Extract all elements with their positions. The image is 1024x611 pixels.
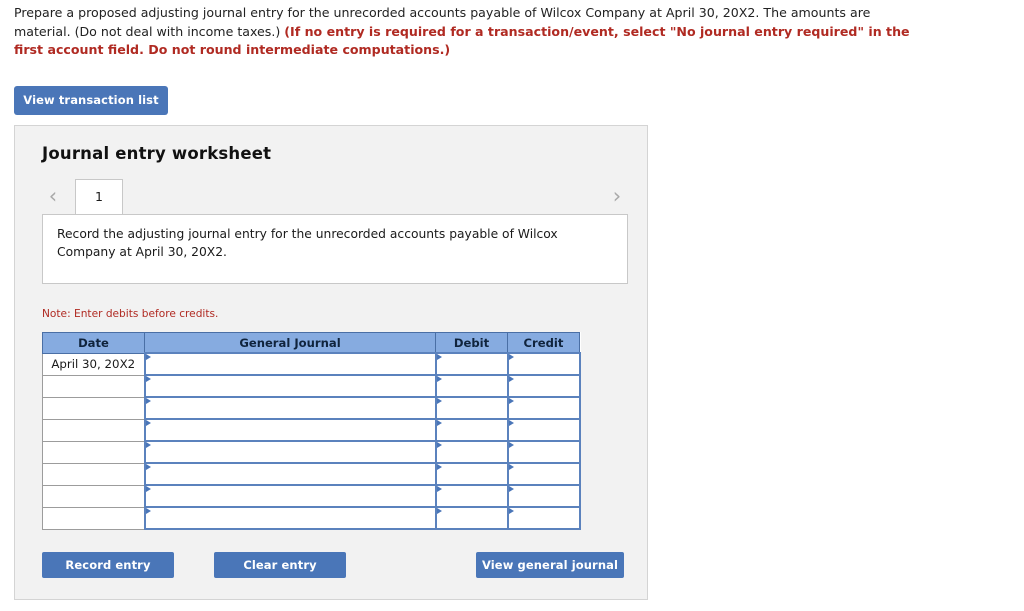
- date-cell[interactable]: April 30, 20X2: [42, 353, 145, 376]
- date-cell[interactable]: [42, 441, 145, 464]
- dropdown-arrow-icon: [145, 486, 151, 492]
- general-journal-input[interactable]: [143, 484, 437, 508]
- debit-input[interactable]: [434, 374, 509, 398]
- credit-input[interactable]: [506, 418, 581, 442]
- credit-input[interactable]: [506, 462, 581, 486]
- table-row: [42, 374, 581, 398]
- table-row: [42, 462, 581, 486]
- journal-entry-worksheet-panel: Journal entry worksheet ‹ 1 › Record the…: [14, 125, 648, 600]
- table-row: [42, 440, 581, 464]
- debits-before-credits-note: Note: Enter debits before credits.: [42, 308, 219, 320]
- date-cell[interactable]: [42, 397, 145, 420]
- dropdown-arrow-icon: [436, 354, 442, 360]
- table-row: April 30, 20X2: [42, 352, 581, 376]
- credit-input[interactable]: [506, 396, 581, 420]
- credit-input[interactable]: [506, 484, 581, 508]
- general-journal-input[interactable]: [143, 396, 437, 420]
- date-cell[interactable]: [42, 507, 145, 530]
- dropdown-arrow-icon: [508, 508, 514, 514]
- debit-input[interactable]: [434, 462, 509, 486]
- date-cell[interactable]: [42, 375, 145, 398]
- dropdown-arrow-icon: [145, 442, 151, 448]
- date-cell[interactable]: [42, 419, 145, 442]
- credit-input[interactable]: [506, 440, 581, 464]
- dropdown-arrow-icon: [145, 354, 151, 360]
- dropdown-arrow-icon: [145, 508, 151, 514]
- instruction-text: Record the adjusting journal entry for t…: [57, 227, 558, 259]
- dropdown-arrow-icon: [436, 376, 442, 382]
- worksheet-tabstrip: ‹ 1 ›: [42, 179, 628, 214]
- dropdown-arrow-icon: [436, 508, 442, 514]
- general-journal-input[interactable]: [143, 462, 437, 486]
- chevron-right-icon[interactable]: ›: [606, 182, 628, 210]
- dropdown-arrow-icon: [508, 464, 514, 470]
- column-header-general-journal: General Journal: [144, 332, 436, 354]
- page-title: Journal entry worksheet: [42, 144, 272, 163]
- credit-input[interactable]: [506, 352, 581, 376]
- debit-input[interactable]: [434, 484, 509, 508]
- debit-input[interactable]: [434, 440, 509, 464]
- dropdown-arrow-icon: [508, 420, 514, 426]
- question-prompt: Prepare a proposed adjusting journal ent…: [14, 4, 914, 60]
- journal-table-body: April 30, 20X2: [42, 352, 581, 530]
- debit-input[interactable]: [434, 418, 509, 442]
- tab-entry-1[interactable]: 1: [75, 179, 123, 214]
- credit-input[interactable]: [506, 506, 581, 530]
- general-journal-input[interactable]: [143, 506, 437, 530]
- clear-entry-button[interactable]: Clear entry: [214, 552, 346, 578]
- general-journal-input[interactable]: [143, 418, 437, 442]
- table-row: [42, 418, 581, 442]
- general-journal-input[interactable]: [143, 440, 437, 464]
- journal-entry-table: Date General Journal Debit Credit April …: [42, 332, 581, 530]
- column-header-date: Date: [42, 332, 145, 354]
- credit-input[interactable]: [506, 374, 581, 398]
- dropdown-arrow-icon: [436, 442, 442, 448]
- table-row: [42, 484, 581, 508]
- dropdown-arrow-icon: [436, 486, 442, 492]
- column-header-debit: Debit: [435, 332, 508, 354]
- table-header-row: Date General Journal Debit Credit: [42, 332, 580, 354]
- table-row: [42, 396, 581, 420]
- debit-input[interactable]: [434, 506, 509, 530]
- record-entry-button[interactable]: Record entry: [42, 552, 174, 578]
- dropdown-arrow-icon: [145, 464, 151, 470]
- debit-input[interactable]: [434, 352, 509, 376]
- general-journal-input[interactable]: [143, 374, 437, 398]
- date-cell[interactable]: [42, 485, 145, 508]
- dropdown-arrow-icon: [508, 398, 514, 404]
- chevron-left-icon[interactable]: ‹: [42, 182, 64, 210]
- instruction-box: Record the adjusting journal entry for t…: [42, 214, 628, 284]
- date-cell[interactable]: [42, 463, 145, 486]
- dropdown-arrow-icon: [436, 398, 442, 404]
- dropdown-arrow-icon: [145, 376, 151, 382]
- general-journal-input[interactable]: [143, 352, 437, 376]
- dropdown-arrow-icon: [436, 464, 442, 470]
- dropdown-arrow-icon: [436, 420, 442, 426]
- dropdown-arrow-icon: [145, 398, 151, 404]
- dropdown-arrow-icon: [145, 420, 151, 426]
- dropdown-arrow-icon: [508, 486, 514, 492]
- dropdown-arrow-icon: [508, 442, 514, 448]
- table-row: [42, 506, 581, 530]
- dropdown-arrow-icon: [508, 354, 514, 360]
- debit-input[interactable]: [434, 396, 509, 420]
- view-transaction-list-button[interactable]: View transaction list: [14, 86, 168, 115]
- view-general-journal-button[interactable]: View general journal: [476, 552, 624, 578]
- column-header-credit: Credit: [507, 332, 580, 354]
- dropdown-arrow-icon: [508, 376, 514, 382]
